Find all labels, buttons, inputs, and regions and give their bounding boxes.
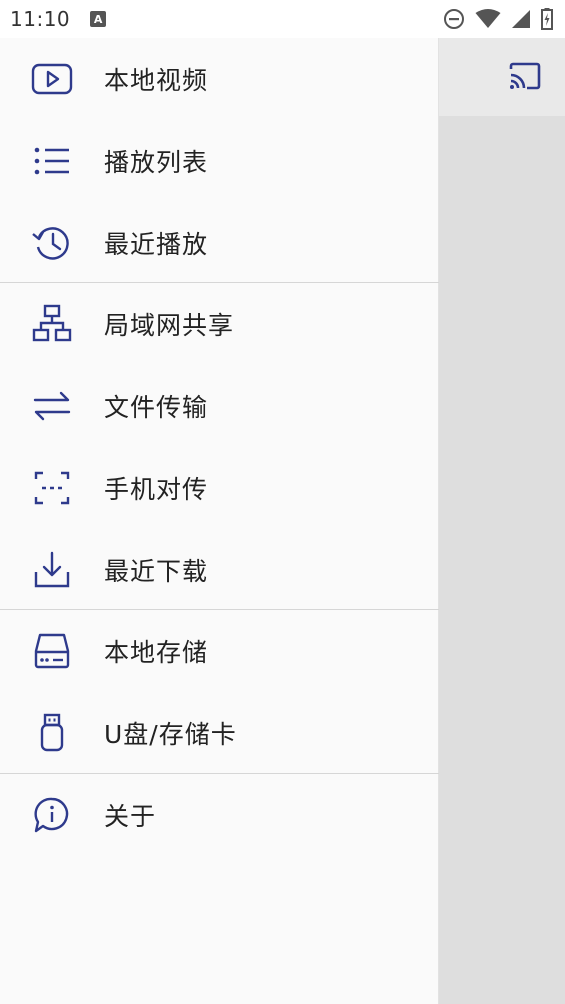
- network-icon: [30, 302, 74, 346]
- wifi-icon: [475, 9, 501, 28]
- menu-item-playlist[interactable]: 播放列表: [0, 120, 439, 202]
- menu-item-local-storage[interactable]: 本地存储: [0, 610, 439, 692]
- menu-item-about[interactable]: 关于: [0, 774, 439, 856]
- navigation-drawer: 本地视频 播放列表 最近播放 局域网共享 文件传输 手机对传 最近下载 本地存储…: [0, 38, 439, 1004]
- usb-drive-icon: [30, 711, 74, 755]
- menu-item-local-video[interactable]: 本地视频: [0, 38, 439, 120]
- transfer-arrows-icon: [30, 384, 74, 428]
- menu-item-file-transfer[interactable]: 文件传输: [0, 365, 439, 447]
- battery-charging-icon: [541, 8, 553, 30]
- cast-button[interactable]: [507, 60, 543, 94]
- menu-label: 本地存储: [104, 638, 209, 667]
- menu-label: 播放列表: [104, 148, 209, 177]
- scan-frame-icon: [30, 466, 74, 510]
- hard-drive-icon: [30, 629, 74, 673]
- download-icon: [30, 548, 74, 592]
- app-bar: [439, 38, 565, 116]
- play-video-icon: [30, 57, 74, 101]
- menu-label: 局域网共享: [104, 311, 235, 340]
- scrim[interactable]: [439, 38, 565, 1004]
- menu-label: 最近播放: [104, 230, 209, 259]
- menu-item-phone-transfer[interactable]: 手机对传: [0, 447, 439, 529]
- history-icon: [30, 221, 74, 265]
- status-bar: 11:10 A: [0, 0, 565, 38]
- signal-icon: [512, 10, 530, 28]
- menu-label: 关于: [104, 802, 157, 831]
- do-not-disturb-icon: [444, 9, 464, 29]
- info-bubble-icon: [30, 793, 74, 837]
- menu-item-recent-download[interactable]: 最近下载: [0, 529, 439, 611]
- menu-item-recent-play[interactable]: 最近播放: [0, 202, 439, 284]
- menu-item-lan-share[interactable]: 局域网共享: [0, 283, 439, 365]
- cast-icon: [509, 62, 541, 90]
- status-time: 11:10: [10, 7, 71, 31]
- notification-a-icon: A: [90, 11, 107, 27]
- list-icon: [30, 139, 74, 183]
- menu-label: 文件传输: [104, 393, 209, 422]
- menu-label: 手机对传: [104, 475, 209, 504]
- menu-item-usb-storage[interactable]: U盘/存储卡: [0, 692, 439, 774]
- status-icons: [443, 8, 553, 30]
- menu-label: 最近下载: [104, 557, 209, 586]
- menu-label: U盘/存储卡: [104, 720, 237, 749]
- menu-label: 本地视频: [104, 66, 209, 95]
